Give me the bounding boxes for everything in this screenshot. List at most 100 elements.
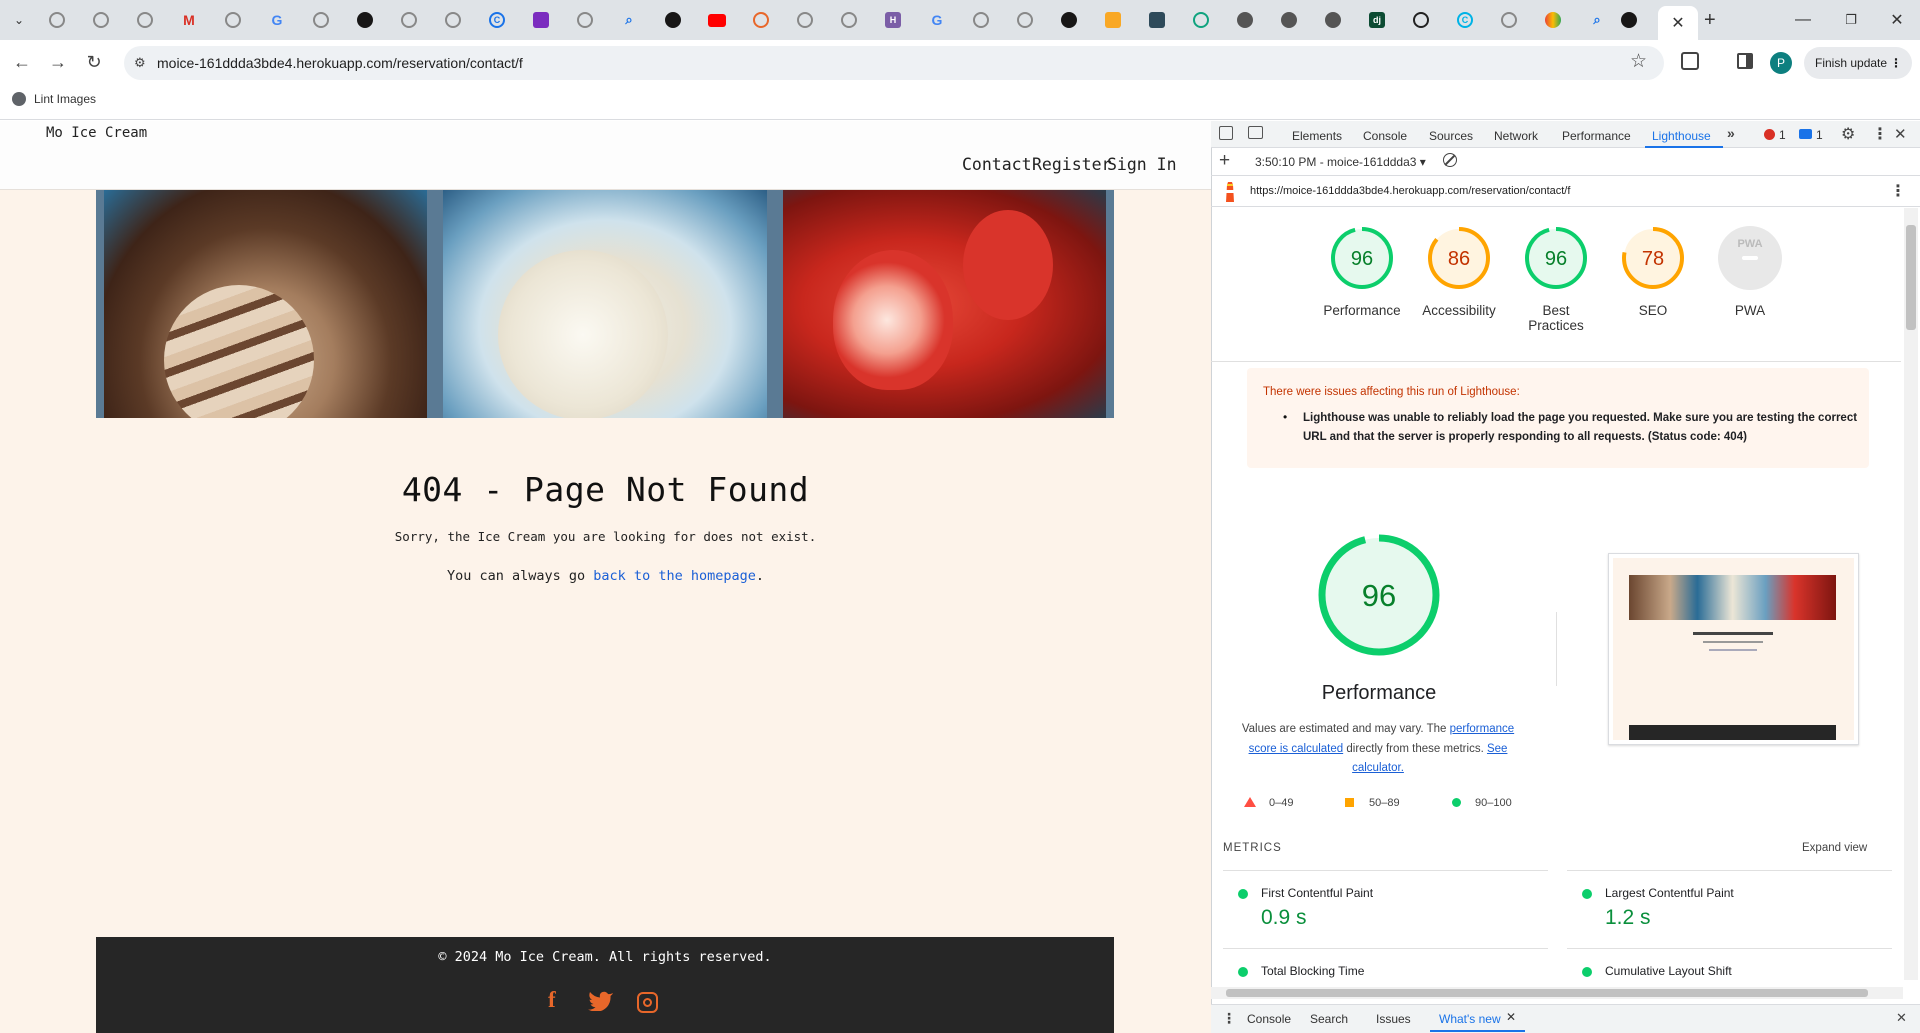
tab[interactable]: C bbox=[484, 8, 510, 32]
close-drawer-tab-icon[interactable]: ✕ bbox=[1506, 1010, 1516, 1024]
message-icon[interactable] bbox=[1799, 129, 1812, 139]
expand-view-toggle[interactable]: Expand view bbox=[1802, 842, 1867, 854]
performance-gauge[interactable]: 96 bbox=[1330, 226, 1394, 290]
tab[interactable] bbox=[1144, 8, 1170, 32]
clear-icon[interactable] bbox=[1443, 153, 1457, 167]
back-button[interactable]: ← bbox=[8, 50, 36, 74]
tab[interactable] bbox=[132, 8, 158, 32]
new-tab-button[interactable]: + bbox=[1704, 9, 1716, 32]
tab[interactable] bbox=[88, 8, 114, 32]
brand-logo[interactable]: Mo Ice Cream bbox=[46, 125, 147, 141]
tab[interactable]: ⌕ bbox=[616, 8, 642, 32]
drawer-tab-whats-new[interactable]: What's new bbox=[1439, 1012, 1501, 1026]
tab-search-button[interactable]: ⌄ bbox=[6, 8, 32, 32]
report-url[interactable]: https://moice-161ddda3bde4.herokuapp.com… bbox=[1250, 185, 1570, 197]
finish-update-button[interactable]: Finish update ⋮ bbox=[1804, 47, 1912, 79]
tab[interactable] bbox=[1540, 8, 1566, 32]
extensions-icon[interactable] bbox=[1681, 52, 1699, 70]
tab[interactable] bbox=[440, 8, 466, 32]
close-drawer-icon[interactable]: ✕ bbox=[1896, 1010, 1907, 1026]
vertical-scrollbar-thumb[interactable] bbox=[1906, 225, 1916, 330]
tab[interactable] bbox=[1056, 8, 1082, 32]
error-count[interactable]: 1 bbox=[1779, 128, 1786, 142]
tab[interactable]: G bbox=[264, 8, 290, 32]
tab-network[interactable]: Network bbox=[1494, 129, 1538, 143]
inspect-element-icon[interactable] bbox=[1219, 126, 1233, 140]
close-icon[interactable]: ✕ bbox=[1671, 13, 1684, 33]
drawer-tab-console[interactable]: Console bbox=[1247, 1012, 1291, 1026]
star-icon[interactable]: ☆ bbox=[1630, 50, 1647, 73]
tab[interactable]: G bbox=[924, 8, 950, 32]
tab[interactable]: ⌕ bbox=[1584, 8, 1610, 32]
tab[interactable]: C bbox=[1452, 8, 1478, 32]
close-devtools-icon[interactable]: ✕ bbox=[1894, 125, 1907, 143]
seo-gauge[interactable]: 78 bbox=[1621, 226, 1685, 290]
tab[interactable] bbox=[1616, 8, 1642, 32]
message-count[interactable]: 1 bbox=[1816, 128, 1823, 142]
settings-gear-icon[interactable]: ⚙ bbox=[1841, 124, 1855, 144]
tab[interactable] bbox=[1100, 8, 1126, 32]
report-menu-icon[interactable]: ⋮ bbox=[1890, 181, 1906, 201]
nav-sign-in[interactable]: Sign In bbox=[1107, 155, 1177, 174]
site-info-icon[interactable]: ⚙ bbox=[134, 55, 146, 71]
more-tabs-icon[interactable]: » bbox=[1727, 125, 1735, 141]
horizontal-scrollbar-thumb[interactable] bbox=[1226, 989, 1868, 997]
tab[interactable] bbox=[572, 8, 598, 32]
avatar[interactable]: P bbox=[1770, 52, 1792, 74]
tab[interactable] bbox=[528, 8, 554, 32]
tab-elements[interactable]: Elements bbox=[1292, 129, 1342, 143]
nav-register[interactable]: Register bbox=[1032, 155, 1111, 174]
tab[interactable] bbox=[1012, 8, 1038, 32]
tab[interactable] bbox=[1232, 8, 1258, 32]
accessibility-gauge[interactable]: 86 bbox=[1427, 226, 1491, 290]
reload-button[interactable]: ↻ bbox=[80, 50, 108, 74]
new-report-button[interactable]: + bbox=[1219, 150, 1230, 172]
drawer-tab-search[interactable]: Search bbox=[1310, 1012, 1348, 1026]
back-to-homepage-link[interactable]: back to the homepage bbox=[593, 568, 756, 584]
twitter-icon[interactable] bbox=[588, 991, 614, 1011]
restore-button[interactable]: ❐ bbox=[1828, 8, 1874, 32]
device-toolbar-icon[interactable] bbox=[1248, 126, 1263, 139]
tab[interactable] bbox=[1188, 8, 1214, 32]
tab[interactable]: M bbox=[176, 8, 202, 32]
tab-sources[interactable]: Sources bbox=[1429, 129, 1473, 143]
tab[interactable] bbox=[836, 8, 862, 32]
active-tab[interactable]: ✕ bbox=[1658, 6, 1698, 40]
drawer-menu-icon[interactable]: ⋮ bbox=[1222, 1010, 1236, 1027]
forward-button[interactable]: → bbox=[44, 50, 72, 74]
tab[interactable] bbox=[1276, 8, 1302, 32]
tab[interactable] bbox=[220, 8, 246, 32]
error-icon[interactable] bbox=[1764, 129, 1775, 140]
tab[interactable] bbox=[44, 8, 70, 32]
tab-lighthouse[interactable]: Lighthouse bbox=[1652, 129, 1711, 143]
close-window-button[interactable]: ✕ bbox=[1874, 8, 1920, 32]
tab[interactable]: dj bbox=[1364, 8, 1390, 32]
instagram-icon[interactable] bbox=[637, 992, 658, 1013]
tab-console[interactable]: Console bbox=[1363, 129, 1407, 143]
tab[interactable] bbox=[1320, 8, 1346, 32]
tab[interactable] bbox=[704, 8, 730, 32]
report-selector[interactable]: 3:50:10 PM - moice-161ddda3 ▾ bbox=[1255, 155, 1426, 169]
tab[interactable] bbox=[792, 8, 818, 32]
tab[interactable]: H bbox=[880, 8, 906, 32]
tab[interactable] bbox=[396, 8, 422, 32]
bookmark-lint-images[interactable]: Lint Images bbox=[34, 92, 96, 106]
pwa-badge-icon[interactable]: PWA bbox=[1718, 226, 1782, 290]
facebook-icon[interactable]: f bbox=[548, 987, 556, 1013]
tab[interactable] bbox=[1408, 8, 1434, 32]
tab[interactable] bbox=[660, 8, 686, 32]
tab-performance[interactable]: Performance bbox=[1562, 129, 1631, 143]
url-text[interactable]: moice-161ddda3bde4.herokuapp.com/reserva… bbox=[157, 55, 523, 71]
tab[interactable] bbox=[308, 8, 334, 32]
more-options-icon[interactable]: ⋮ bbox=[1872, 124, 1888, 144]
best-practices-gauge[interactable]: 96 bbox=[1524, 226, 1588, 290]
tab[interactable] bbox=[352, 8, 378, 32]
nav-contact[interactable]: Contact bbox=[962, 155, 1032, 174]
side-panel-icon[interactable] bbox=[1737, 53, 1753, 69]
drawer-tab-issues[interactable]: Issues bbox=[1376, 1012, 1411, 1026]
final-screenshot[interactable] bbox=[1608, 553, 1859, 745]
tab[interactable] bbox=[748, 8, 774, 32]
tab[interactable] bbox=[968, 8, 994, 32]
minimize-button[interactable]: — bbox=[1780, 8, 1826, 32]
tab[interactable] bbox=[1496, 8, 1522, 32]
